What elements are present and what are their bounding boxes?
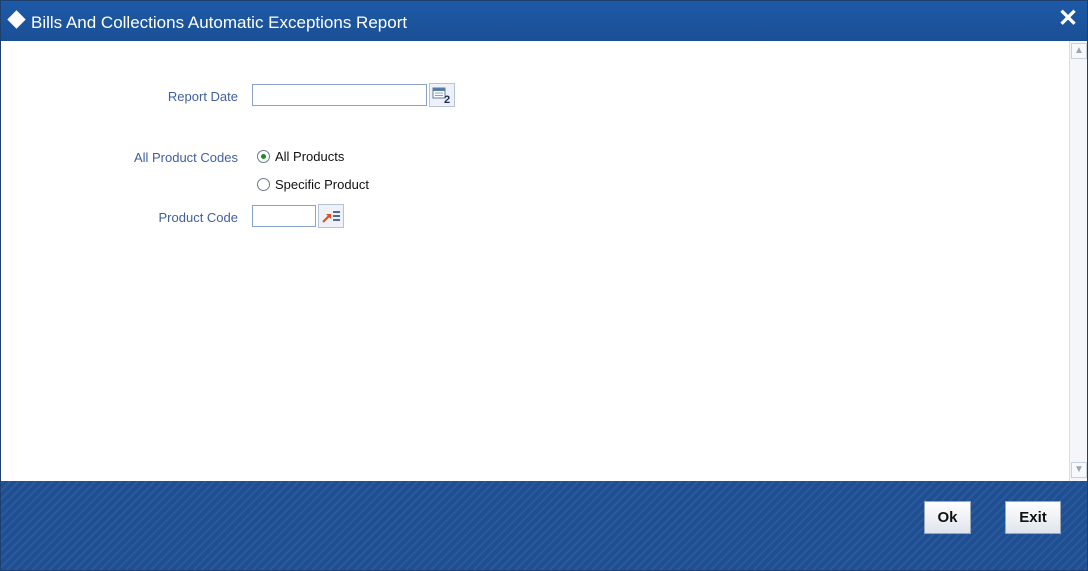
svg-text:2: 2 bbox=[444, 94, 450, 106]
radio-all-products[interactable]: All Products bbox=[257, 149, 344, 164]
scroll-down-icon[interactable]: ▼ bbox=[1071, 462, 1087, 478]
product-code-label: Product Code bbox=[158, 210, 239, 225]
title-bar: Bills And Collections Automatic Exceptio… bbox=[1, 1, 1087, 41]
product-code-input[interactable] bbox=[252, 205, 316, 227]
scroll-up-icon[interactable]: ▲ bbox=[1071, 43, 1087, 59]
calendar-button[interactable]: 2 bbox=[429, 83, 455, 107]
list-of-values-icon bbox=[322, 211, 340, 223]
calendar-icon: 2 bbox=[432, 87, 450, 106]
report-date-label: Report Date bbox=[167, 89, 238, 104]
radio-all-products-indicator[interactable] bbox=[257, 150, 270, 163]
report-window: Bills And Collections Automatic Exceptio… bbox=[0, 0, 1088, 571]
radio-specific-product-label: Specific Product bbox=[275, 177, 369, 192]
window-title: Bills And Collections Automatic Exceptio… bbox=[31, 13, 408, 32]
vertical-scrollbar[interactable]: ▲ ▼ bbox=[1069, 41, 1087, 481]
radio-all-products-label: All Products bbox=[275, 149, 345, 164]
radio-specific-product-indicator[interactable] bbox=[257, 178, 270, 191]
radio-specific-product[interactable]: Specific Product bbox=[257, 177, 369, 192]
exit-button[interactable]: Exit bbox=[1005, 501, 1061, 534]
report-date-input[interactable] bbox=[252, 84, 427, 106]
all-product-codes-label: All Product Codes bbox=[133, 150, 238, 165]
footer-bar: Ok Exit bbox=[1, 481, 1087, 570]
close-button[interactable]: ✕ bbox=[1057, 7, 1079, 31]
form-area: Report Date 2 All Product Codes All Prod… bbox=[1, 41, 1069, 481]
product-code-lov-button[interactable] bbox=[318, 204, 344, 228]
ok-button[interactable]: Ok bbox=[924, 501, 971, 534]
diamond-icon bbox=[7, 10, 26, 29]
